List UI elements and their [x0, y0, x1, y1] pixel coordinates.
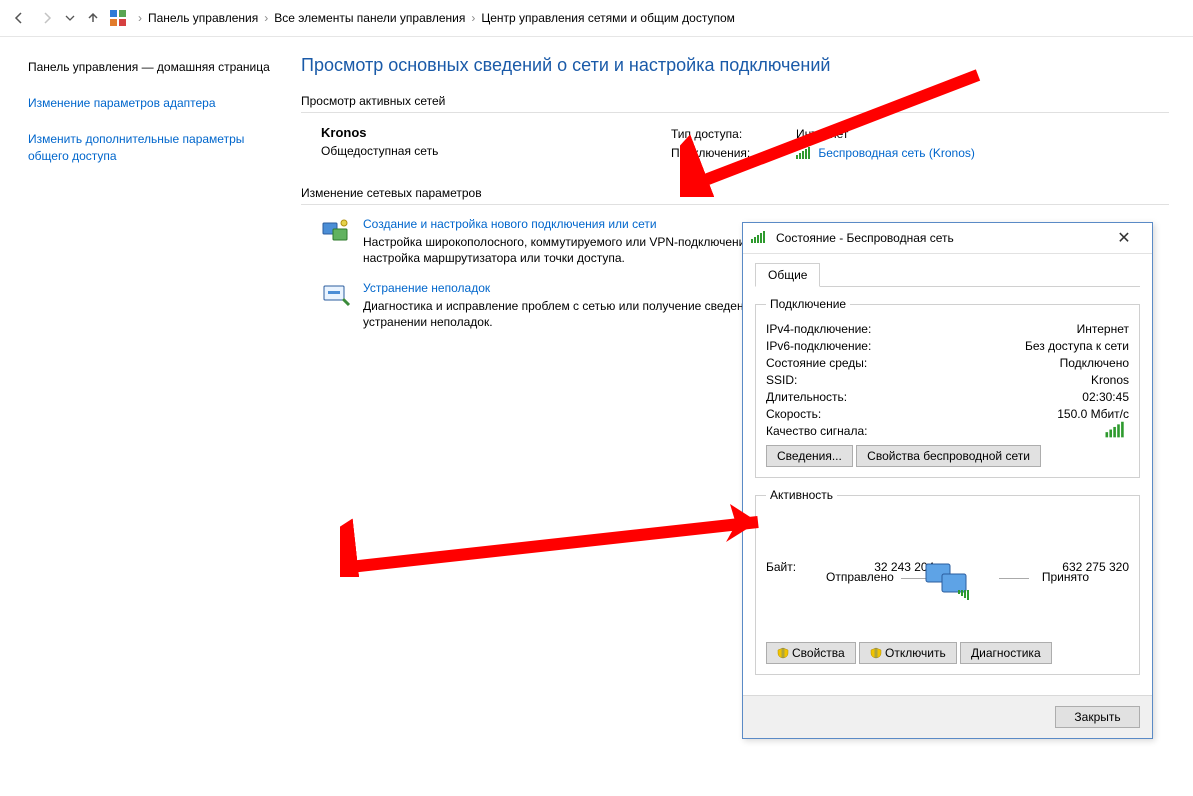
- dialog-tabstrip: Общие: [755, 262, 1140, 287]
- troubleshoot-icon: [321, 281, 353, 309]
- ipv6-value: Без доступа к сети: [1025, 339, 1129, 353]
- new-connection-icon: [321, 217, 353, 245]
- group-activity-label: Активность: [766, 488, 837, 502]
- dialog-close-button[interactable]: ✕: [1104, 228, 1144, 248]
- section-change-settings: Изменение сетевых параметров: [301, 186, 1169, 200]
- dialog-title: Состояние - Беспроводная сеть: [776, 231, 954, 245]
- ipv4-label: IPv4-подключение:: [766, 322, 871, 336]
- details-button[interactable]: Сведения...: [766, 445, 853, 467]
- wireless-properties-button[interactable]: Свойства беспроводной сети: [856, 445, 1041, 467]
- nav-back-button[interactable]: [6, 5, 32, 31]
- recent-dropdown[interactable]: [62, 5, 78, 31]
- breadcrumb[interactable]: ›Панель управления ›Все элементы панели …: [138, 11, 735, 25]
- network-profile-type: Общедоступная сеть: [321, 144, 671, 158]
- address-toolbar: ›Панель управления ›Все элементы панели …: [0, 0, 1193, 37]
- diagnose-button[interactable]: Диагностика: [960, 642, 1052, 664]
- signal-quality-label: Качество сигнала:: [766, 424, 867, 439]
- group-activity: Активность Отправлено Принято Байт: 32 2…: [755, 488, 1140, 675]
- page-title: Просмотр основных сведений о сети и наст…: [301, 55, 1169, 76]
- wifi-status-dialog: Состояние - Беспроводная сеть ✕ Общие По…: [742, 222, 1153, 739]
- duration-label: Длительность:: [766, 390, 847, 404]
- properties-button[interactable]: Свойства: [766, 642, 856, 664]
- network-name: Kronos: [321, 125, 671, 140]
- access-type-value: Интернет: [796, 125, 848, 144]
- breadcrumb-item[interactable]: Панель управления: [148, 11, 258, 25]
- active-network-row: Kronos Общедоступная сеть Тип доступа: И…: [321, 125, 1169, 164]
- duration-value: 02:30:45: [1082, 390, 1129, 404]
- speed-label: Скорость:: [766, 407, 821, 421]
- sidebar-sharing-link[interactable]: Изменить дополнительные параметры общего…: [28, 131, 273, 163]
- speed-value: 150.0 Мбит/с: [1057, 407, 1129, 421]
- ipv6-label: IPv6-подключение:: [766, 339, 871, 353]
- group-connection: Подключение IPv4-подключение: Интернет IP…: [755, 297, 1140, 478]
- activity-sent-label: Отправлено: [826, 570, 894, 584]
- signal-quality-icon: [1106, 422, 1126, 442]
- breadcrumb-item[interactable]: Все элементы панели управления: [274, 11, 465, 25]
- media-state-label: Состояние среды:: [766, 356, 867, 370]
- sidebar: Панель управления — домашняя страница Из…: [0, 37, 291, 796]
- media-state-value: Подключено: [1060, 356, 1129, 370]
- ssid-label: SSID:: [766, 373, 797, 387]
- group-connection-label: Подключение: [766, 297, 850, 311]
- control-panel-icon: [108, 8, 128, 28]
- connections-label: Подключения:: [671, 144, 796, 165]
- activity-received-label: Принято: [1042, 570, 1089, 584]
- wifi-signal-icon: [751, 231, 766, 246]
- wifi-signal-icon: [796, 146, 811, 165]
- activity-monitors-icon: [922, 560, 974, 602]
- ipv4-value: Интернет: [1077, 322, 1129, 336]
- disable-button[interactable]: Отключить: [859, 642, 957, 664]
- ssid-value: Kronos: [1091, 373, 1129, 387]
- close-button[interactable]: Закрыть: [1055, 706, 1140, 728]
- shield-icon: [870, 647, 882, 659]
- access-type-label: Тип доступа:: [671, 125, 796, 144]
- section-active-networks: Просмотр активных сетей: [301, 94, 1169, 108]
- nav-forward-button[interactable]: [34, 5, 60, 31]
- connection-link[interactable]: Беспроводная сеть (Kronos): [818, 146, 975, 160]
- nav-up-button[interactable]: [80, 5, 106, 31]
- tab-general[interactable]: Общие: [755, 263, 820, 287]
- shield-icon: [777, 647, 789, 659]
- sidebar-home-link[interactable]: Панель управления — домашняя страница: [28, 59, 273, 75]
- sidebar-adapter-link[interactable]: Изменение параметров адаптера: [28, 95, 273, 111]
- breadcrumb-item[interactable]: Центр управления сетями и общим доступом: [481, 11, 735, 25]
- dialog-titlebar[interactable]: Состояние - Беспроводная сеть ✕: [743, 223, 1152, 254]
